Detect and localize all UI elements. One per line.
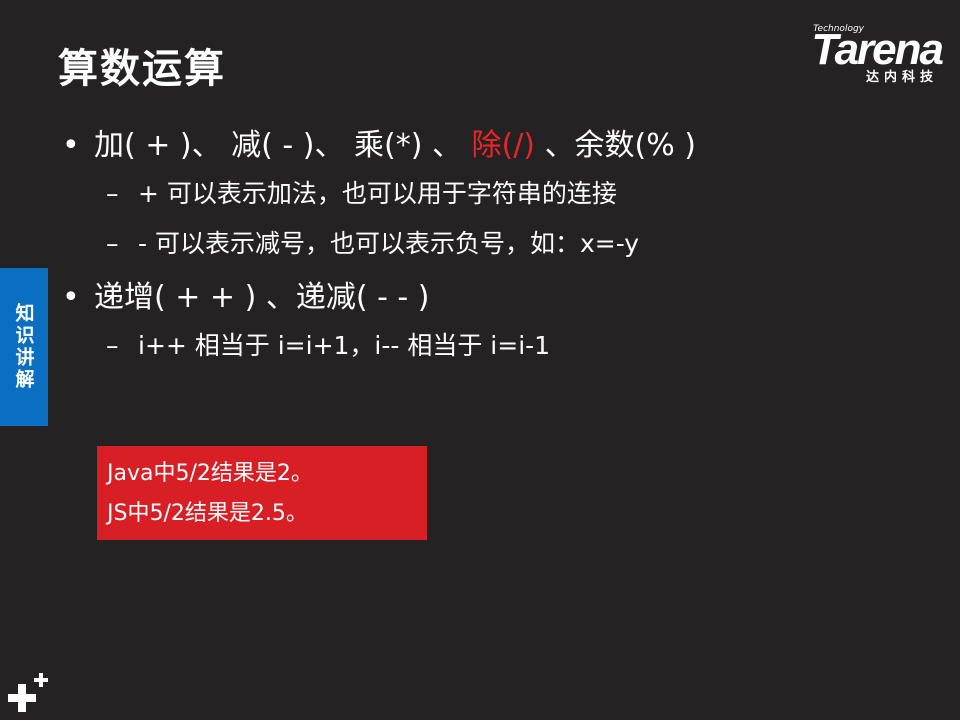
subbullet-text: + 可以表示加法，也可以用于字符串的连接	[138, 179, 617, 208]
bullet-text: 递增( + + ) 、递减( - - )	[94, 280, 430, 315]
note-line-java: Java中5/2结果是2。	[107, 461, 313, 486]
bullet-arithmetic-ops: • 加( + )、 减( - )、 乘(*) 、 除(/) 、余数(% )	[62, 120, 696, 164]
subbullet-text: i++ 相当于 i=i+1，i-- 相当于 i=i-1	[138, 331, 551, 360]
bullet-text-red: 除(/)	[471, 128, 536, 163]
note-line-js: JS中5/2结果是2.5。	[107, 501, 308, 526]
bullet-text-pre: 加( + )、 减( - )、 乘(*) 、	[94, 128, 462, 163]
subbullet-increment: – i++ 相当于 i=i+1，i-- 相当于 i=i-1	[106, 326, 550, 362]
tarena-logo: Technology Tarena 达内科技	[772, 22, 944, 86]
subbullet-minus: – - 可以表示减号，也可以表示负号，如：x=-y	[106, 224, 639, 260]
side-tab-knowledge: 知识讲解	[0, 268, 48, 426]
slide-title: 算数运算	[58, 46, 226, 92]
bullet-dot: •	[62, 280, 80, 315]
subbullet-dash: –	[106, 331, 119, 360]
plus-logo-icon	[8, 673, 48, 712]
subbullet-text: - 可以表示减号，也可以表示负号，如：x=-y	[138, 229, 640, 258]
bullet-text-post: 、余数(% )	[544, 128, 697, 163]
bullet-dot: •	[62, 128, 80, 163]
side-tab-label: 知识讲解	[12, 303, 35, 391]
subbullet-dash: –	[106, 229, 119, 258]
note-box: Java中5/2结果是2。 JS中5/2结果是2.5。	[97, 446, 427, 540]
logo-subtitle-text: 达内科技	[865, 70, 938, 85]
subbullet-plus: – + 可以表示加法，也可以用于字符串的连接	[106, 174, 617, 210]
subbullet-dash: –	[106, 179, 119, 208]
bullet-increment-decrement: • 递增( + + ) 、递减( - - )	[62, 272, 430, 316]
